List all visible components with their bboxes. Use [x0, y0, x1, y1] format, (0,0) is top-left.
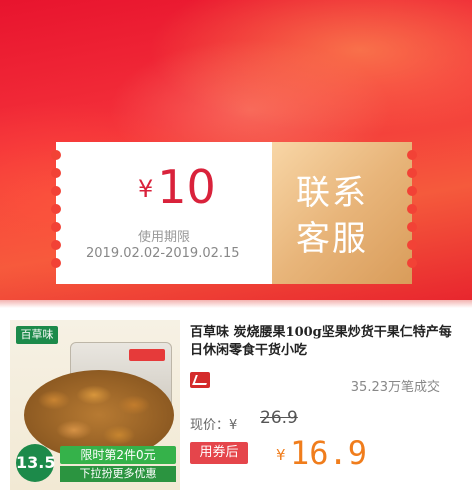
- sold-count: 35.23万笔成交: [350, 380, 440, 395]
- tmall-shop-icon: [190, 372, 210, 388]
- coupon-amount: ¥10: [138, 160, 216, 214]
- coupon-notch: [51, 222, 61, 232]
- promo-subtext: 下拉扮更多优惠: [60, 466, 176, 482]
- coupon-notch: [407, 222, 417, 232]
- coupon-notch: [51, 150, 61, 160]
- brand-logo: 百草味: [16, 326, 58, 344]
- coupon-notch: [51, 258, 61, 268]
- valid-period-label: 使用期限: [138, 230, 191, 245]
- coupon-notch: [51, 204, 61, 214]
- coupon-notch: [407, 240, 417, 250]
- coupon-notch: [51, 240, 61, 250]
- coupon-notch: [407, 204, 417, 214]
- product-title[interactable]: 百草味 炭烧腰果100g坚果炒货干果仁特产每日休闲零食干货小吃: [190, 324, 462, 360]
- coupon-notch: [407, 168, 417, 178]
- currency-symbol: ¥: [138, 175, 154, 203]
- original-price: 26.9: [260, 408, 298, 428]
- final-price: 16.9: [290, 434, 368, 472]
- product-image[interactable]: 百草味 13.5 限时第2件0元 下拉扮更多优惠: [10, 320, 180, 490]
- coupon-notch: [407, 186, 417, 196]
- bag-label: [129, 349, 165, 361]
- price-badge: 13.5: [16, 444, 55, 482]
- final-currency-symbol: ¥: [276, 446, 286, 464]
- coupon-notch: [407, 150, 417, 160]
- after-coupon-tag: 用券后: [190, 442, 248, 464]
- current-price-label: 现价：¥: [190, 418, 238, 433]
- product-card[interactable]: 百草味 13.5 限时第2件0元 下拉扮更多优惠 百草味 炭烧腰果100g坚果炒…: [0, 300, 472, 496]
- coupon-card[interactable]: ¥10 使用期限 2019.02.02-2019.02.15 联系客服: [51, 142, 417, 284]
- coupon-value: 10: [157, 160, 216, 214]
- valid-period-range: 2019.02.02-2019.02.15: [86, 246, 240, 261]
- coupon-notch: [407, 258, 417, 268]
- card-divider: [0, 300, 472, 308]
- coupon-notch: [51, 168, 61, 178]
- promo-strip: 限时第2件0元: [60, 446, 176, 464]
- contact-service-label: 联系客服: [296, 173, 368, 259]
- coupon-notch: [51, 186, 61, 196]
